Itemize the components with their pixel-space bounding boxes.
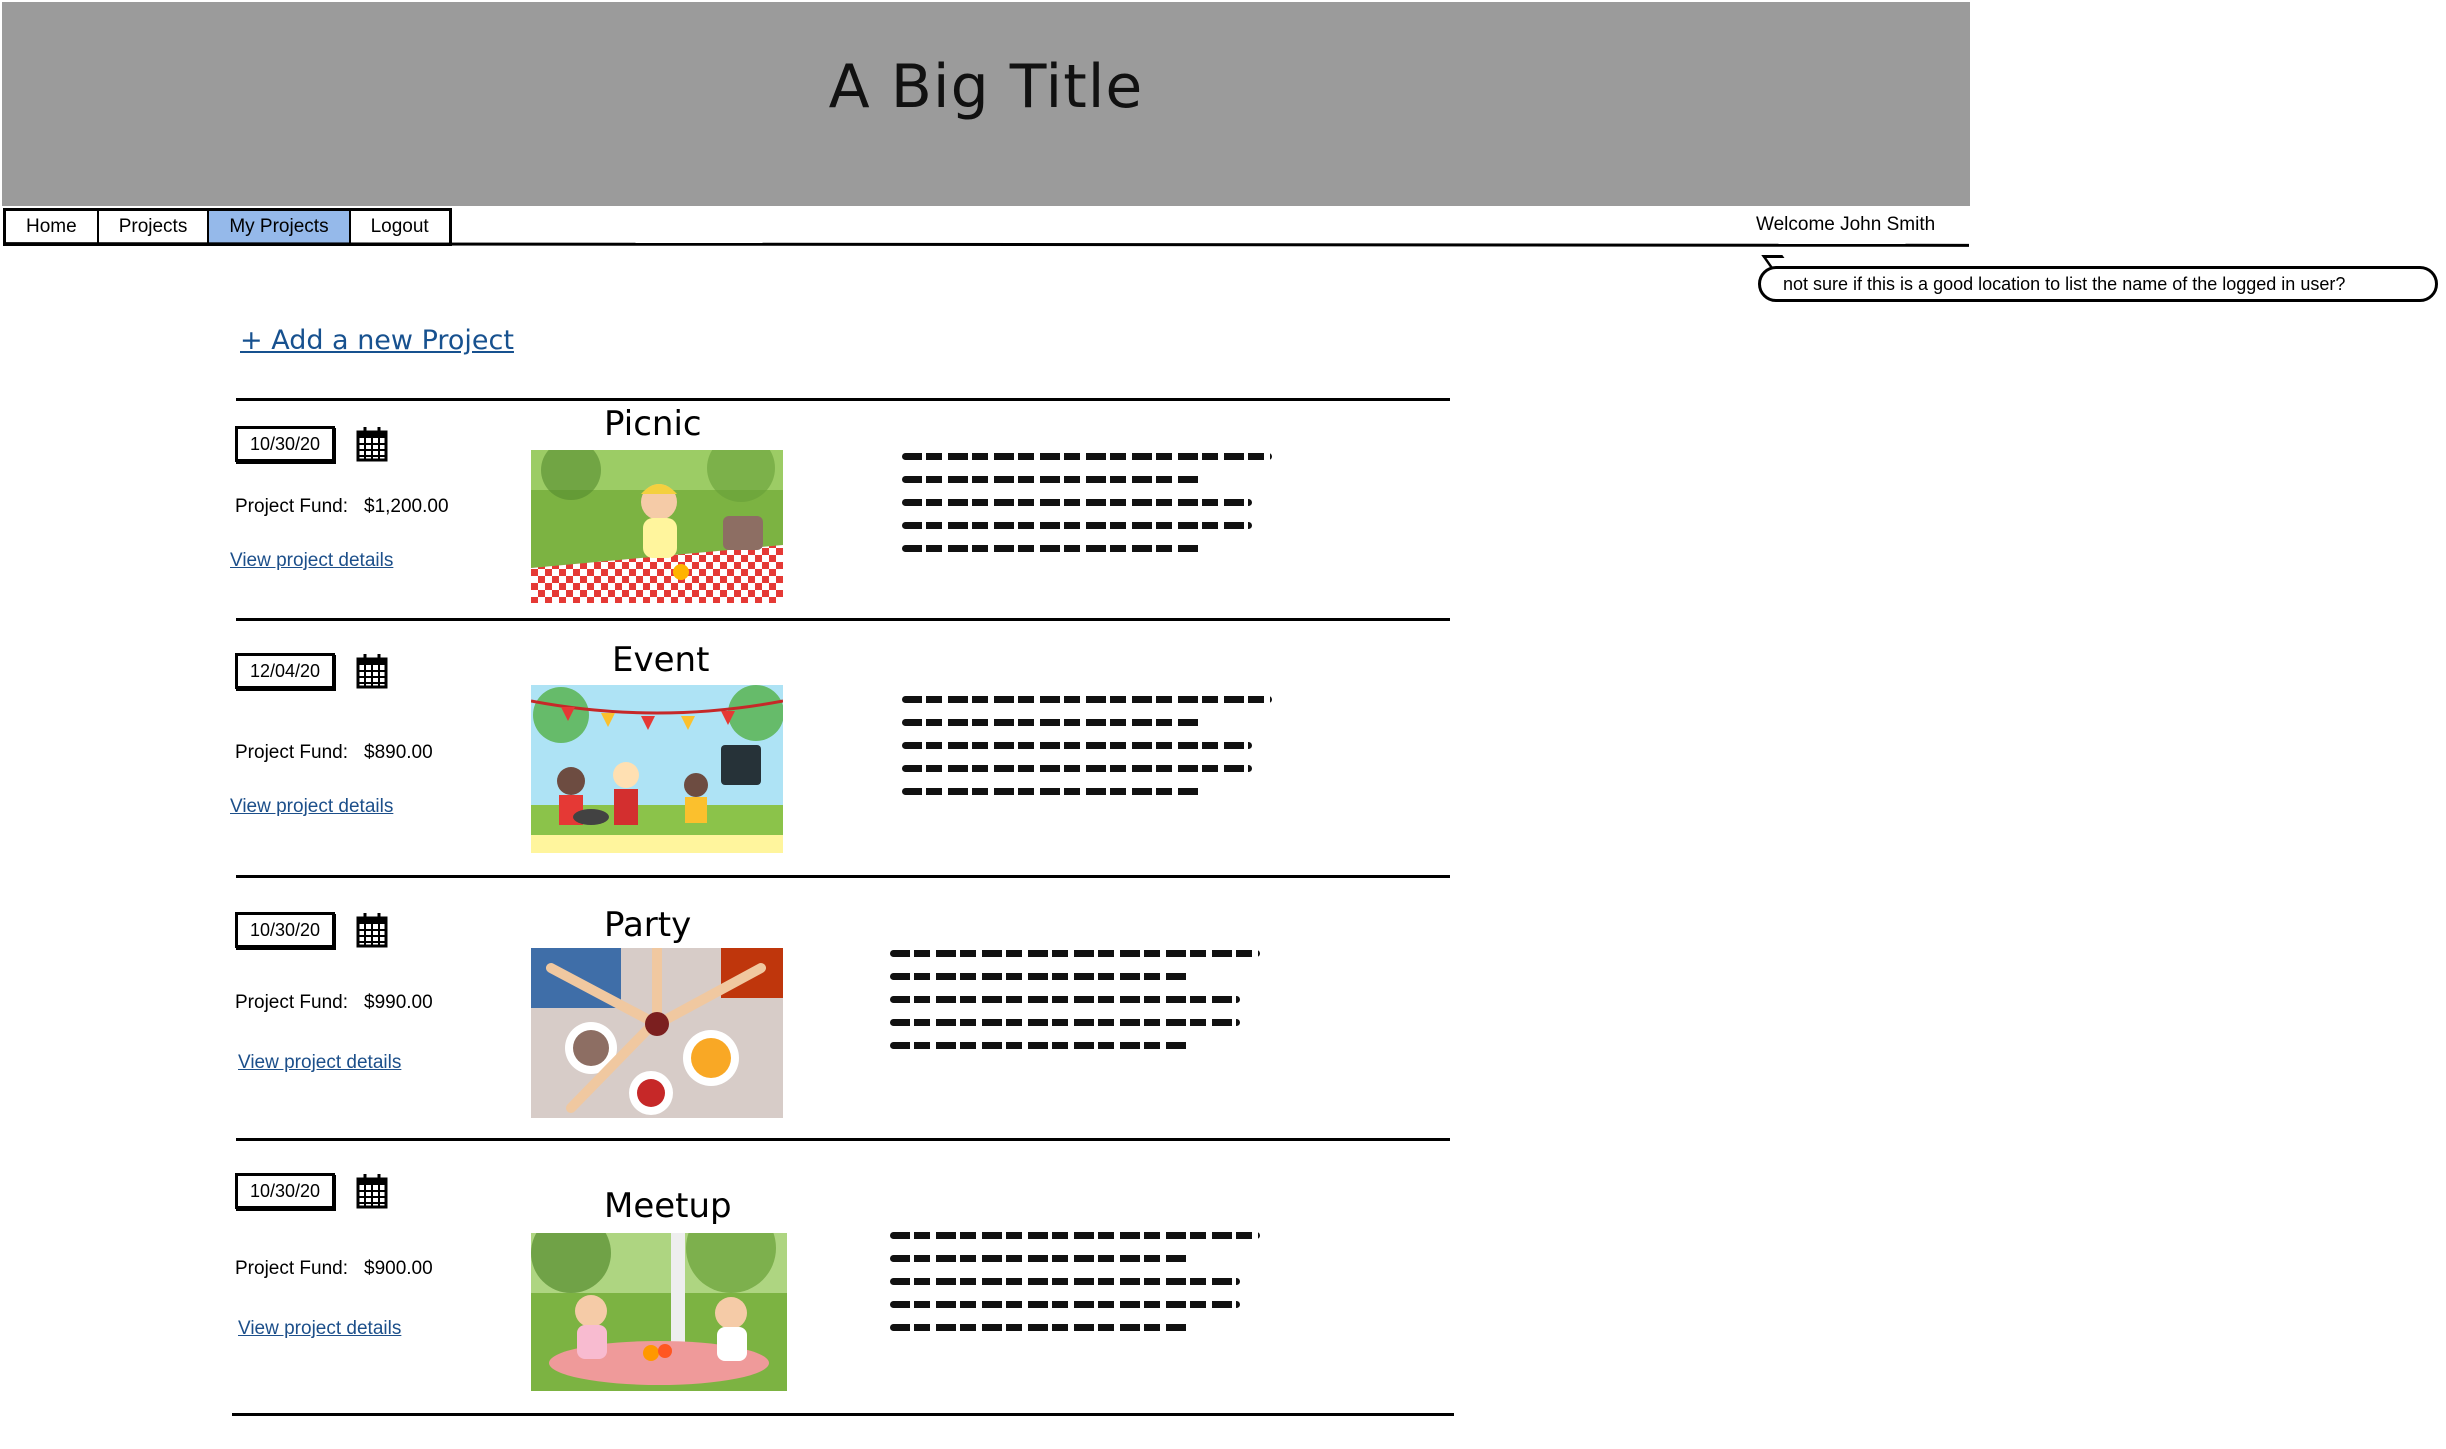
- nav-projects[interactable]: Projects: [98, 211, 210, 243]
- main-nav: Home Projects My Projects Logout: [3, 208, 452, 246]
- bbq-picnic-illustration: [531, 685, 783, 853]
- page-title: A Big Title: [828, 52, 1144, 122]
- fund-label: Project Fund:: [235, 1258, 348, 1279]
- party-table-photo: [531, 948, 783, 1118]
- date-field[interactable]: 12/04/20: [235, 653, 335, 689]
- date-field[interactable]: 10/30/20: [235, 1173, 335, 1209]
- divider: [236, 618, 1450, 621]
- project-fund: Project Fund: $1,200.00: [235, 496, 449, 518]
- divider: [236, 875, 1450, 878]
- picnic-photo: [531, 450, 783, 603]
- fund-amount: $900.00: [364, 1258, 433, 1279]
- project-title: Party: [604, 905, 692, 945]
- nav-my-projects[interactable]: My Projects: [209, 211, 351, 243]
- project-fund: Project Fund: $900.00: [235, 1258, 433, 1280]
- fund-label: Project Fund:: [235, 992, 348, 1013]
- view-details-link[interactable]: View project details: [230, 796, 393, 818]
- project-fund: Project Fund: $990.00: [235, 992, 433, 1014]
- nav-home[interactable]: Home: [6, 211, 99, 243]
- description-placeholder: [890, 950, 1270, 1065]
- description-placeholder: [902, 453, 1282, 568]
- date-field[interactable]: 10/30/20: [235, 912, 335, 948]
- project-title: Meetup: [604, 1186, 732, 1226]
- description-placeholder: [890, 1232, 1270, 1347]
- project-title: Picnic: [604, 404, 702, 444]
- project-title: Event: [612, 640, 710, 680]
- view-details-link[interactable]: View project details: [238, 1318, 401, 1340]
- header-banner: A Big Title: [2, 2, 1970, 206]
- fund-amount: $1,200.00: [364, 496, 449, 517]
- divider: [236, 398, 1450, 401]
- description-placeholder: [902, 696, 1282, 811]
- nav-divider: [2, 242, 1970, 247]
- annotation-callout: not sure if this is a good location to l…: [1758, 266, 2438, 302]
- add-project-link[interactable]: + Add a new Project: [240, 325, 514, 356]
- calendar-icon[interactable]: [356, 426, 388, 462]
- fund-amount: $890.00: [364, 742, 433, 763]
- nav-logout[interactable]: Logout: [350, 211, 449, 243]
- date-field[interactable]: 10/30/20: [235, 426, 335, 462]
- fund-label: Project Fund:: [235, 742, 348, 763]
- divider: [232, 1413, 1454, 1416]
- project-fund: Project Fund: $890.00: [235, 742, 433, 764]
- children-picnic-photo: [531, 1233, 787, 1391]
- view-details-link[interactable]: View project details: [230, 550, 393, 572]
- calendar-icon[interactable]: [356, 912, 388, 948]
- fund-label: Project Fund:: [235, 496, 348, 517]
- calendar-icon[interactable]: [356, 1173, 388, 1209]
- fund-amount: $990.00: [364, 992, 433, 1013]
- welcome-user-text: Welcome John Smith: [1756, 214, 1936, 235]
- calendar-icon[interactable]: [356, 653, 388, 689]
- view-details-link[interactable]: View project details: [238, 1052, 401, 1074]
- divider: [236, 1138, 1450, 1141]
